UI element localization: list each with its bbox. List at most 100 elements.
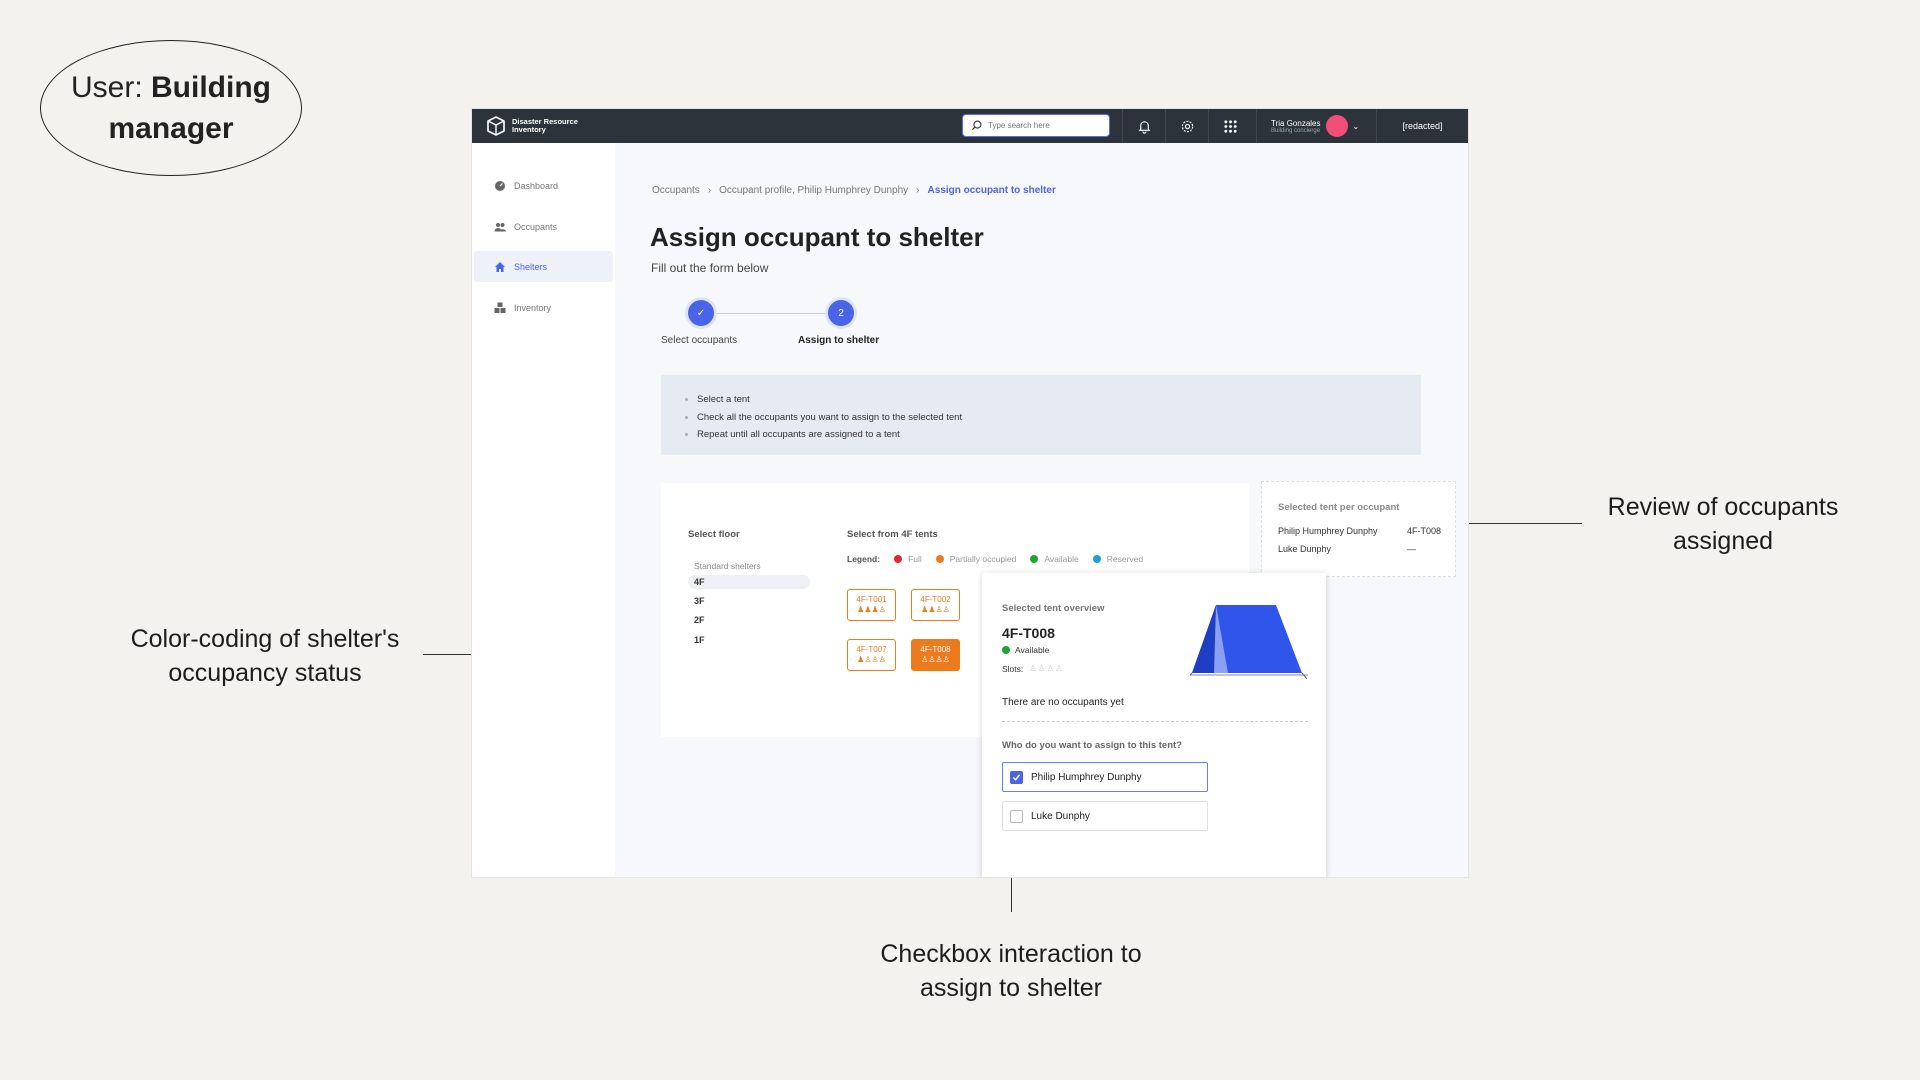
legend-reserved: Reserved: [1092, 554, 1144, 564]
breadcrumb-item-occupants[interactable]: Occupants: [652, 185, 700, 196]
review-tent-id: —: [1407, 544, 1416, 554]
review-occupant-name: Luke Dunphy: [1278, 544, 1332, 554]
occupant-name: Philip Humphrey Dunphy: [1031, 771, 1142, 783]
select-tent-label: Select from 4F tents: [847, 529, 938, 540]
legend-dot: [935, 555, 944, 563]
bell-icon: [1137, 120, 1151, 134]
tent-4f-t008[interactable]: 4F-T008 ♙♙♙♙: [911, 639, 960, 671]
sidebar-item-shelters[interactable]: Shelters: [474, 251, 613, 282]
no-occupants-text: There are no occupants yet: [1002, 697, 1124, 708]
breadcrumb-item-current: Assign occupant to shelter: [927, 185, 1056, 196]
box-logo-icon: [487, 116, 505, 136]
status-text: Available: [1015, 645, 1050, 655]
legend-label: Reserved: [1106, 554, 1144, 564]
tent-overview-panel: Selected tent overview 4F-T008 Available…: [982, 573, 1326, 877]
step-2-marker[interactable]: 2: [828, 300, 854, 326]
checkbox-checked-icon[interactable]: [1010, 770, 1023, 784]
page-subtitle: Fill out the form below: [651, 261, 769, 275]
search-box[interactable]: [962, 114, 1110, 137]
tent-4f-t007[interactable]: 4F-T007 ♟♙♙♙: [847, 639, 896, 671]
notifications-button[interactable]: [1122, 109, 1165, 143]
sidebar-item-label: Occupants: [514, 221, 558, 232]
person-icon: ♟♙♙♙: [857, 655, 886, 664]
legend-full: Full: [894, 554, 922, 564]
grid-icon: [1223, 119, 1237, 133]
app-window: Disaster Resource Inventory Tria Gonzale…: [472, 109, 1468, 877]
sidebar-item-occupants[interactable]: Occupants: [474, 211, 613, 242]
breadcrumb: Occupants › Occupant profile, Philip Hum…: [652, 185, 1056, 196]
overview-tent-id: 4F-T008: [1002, 625, 1055, 641]
tent-id: 4F-T007: [856, 645, 887, 654]
breadcrumb-item-profile[interactable]: Occupant profile, Philip Humphrey Dunphy: [719, 185, 908, 196]
user-name: Tria Gonzales: [1271, 118, 1321, 128]
color-coding-annotation: Color-coding of shelter's occupancy stat…: [130, 625, 400, 687]
instruction-item: Repeat until all occupants are assigned …: [697, 426, 1421, 444]
overview-status: Available: [1002, 645, 1049, 655]
gear-icon: [1181, 120, 1193, 132]
floor-2f[interactable]: 2F: [688, 613, 810, 627]
legend-partial: Partially occupied: [935, 554, 1016, 564]
sidebar-item-inventory[interactable]: Inventory: [474, 292, 613, 323]
occupant-checkbox-philip[interactable]: Philip Humphrey Dunphy: [1002, 762, 1208, 792]
overview-slots: Slots: ♙♙♙♙: [1002, 663, 1064, 674]
tent-4f-t001[interactable]: 4F-T001 ♟♟♟♙: [847, 589, 896, 621]
review-panel: Selected tent per occupant Philip Humphr…: [1261, 481, 1456, 577]
legend-title: Legend:: [847, 554, 881, 564]
slots-label: Slots:: [1002, 663, 1024, 674]
person-icon: ♙♙♙♙: [921, 655, 950, 664]
tent-id: 4F-T001: [856, 595, 887, 604]
sidebar: Dashboard Occupants Shelters Inventory: [472, 143, 615, 877]
sidebar-item-label: Inventory: [514, 302, 552, 313]
apps-button[interactable]: [1208, 109, 1251, 143]
divider: [1002, 721, 1308, 722]
review-occupant-name: Philip Humphrey Dunphy: [1278, 526, 1378, 536]
instruction-item: Check all the occupants you want to assi…: [697, 409, 1421, 427]
overview-label: Selected tent overview: [1002, 603, 1105, 614]
floor-3f[interactable]: 3F: [688, 594, 810, 608]
logo[interactable]: Disaster Resource Inventory: [486, 116, 592, 136]
tent-4f-t002[interactable]: 4F-T002 ♟♟♙♙: [911, 589, 960, 621]
assign-question: Who do you want to assign to this tent?: [1002, 740, 1182, 751]
checkbox-annotation: Checkbox interaction to assign to shelte…: [880, 940, 1142, 1002]
sidebar-item-label: Dashboard: [514, 180, 559, 191]
person-icon: ♟♟♟♙: [857, 605, 886, 614]
legend-label: Full: [908, 554, 922, 564]
chevron-right-icon: ›: [707, 185, 712, 196]
step-1-check-icon[interactable]: ✓: [688, 300, 714, 326]
dashboard-icon: [495, 180, 505, 191]
floor-4f[interactable]: 4F: [688, 575, 810, 589]
review-annotation-line: [1468, 523, 1582, 524]
chevron-down-icon[interactable]: ⌄: [1353, 122, 1360, 131]
user-role-oval: User: Building manager: [40, 40, 302, 176]
user-menu[interactable]: Tria Gonzales Building concierge ⌄: [1256, 109, 1376, 143]
legend-dot: [894, 555, 903, 563]
floor-1f[interactable]: 1F: [688, 633, 810, 647]
top-bar: Disaster Resource Inventory Tria Gonzale…: [472, 109, 1468, 143]
user-prefix: User:: [71, 71, 152, 104]
page-title: Assign occupant to shelter: [650, 222, 984, 252]
status-dot: [1002, 646, 1010, 654]
checkbox-unchecked-icon[interactable]: [1010, 809, 1023, 823]
tent-id: 4F-T002: [920, 595, 951, 604]
occupant-checkbox-luke[interactable]: Luke Dunphy: [1002, 801, 1208, 831]
stepper-connector: [701, 313, 829, 314]
floor-category: Standard shelters: [694, 561, 761, 571]
instruction-item: Select a tent: [697, 391, 1421, 409]
legend-dot: [1092, 555, 1101, 563]
search-input[interactable]: [988, 121, 1098, 130]
sidebar-item-label: Shelters: [514, 261, 548, 272]
settings-button[interactable]: [1165, 109, 1208, 143]
person-icon: ♟♟♙♙: [921, 605, 950, 614]
step-1-label: Select occupants: [661, 335, 738, 346]
avatar[interactable]: [1325, 115, 1348, 137]
step-2-label: Assign to shelter: [798, 335, 880, 346]
legend: Legend: Full Partially occupied Availabl…: [847, 554, 1143, 564]
chevron-right-icon: ›: [916, 185, 920, 196]
search-icon: [971, 120, 982, 131]
tent-icon: [1190, 605, 1308, 679]
inventory-icon: [494, 302, 506, 313]
review-title: Selected tent per occupant: [1278, 502, 1400, 513]
instructions-box: Select a tent Check all the occupants yo…: [661, 375, 1421, 455]
sidebar-item-dashboard[interactable]: Dashboard: [474, 170, 613, 201]
legend-dot: [1030, 555, 1039, 563]
